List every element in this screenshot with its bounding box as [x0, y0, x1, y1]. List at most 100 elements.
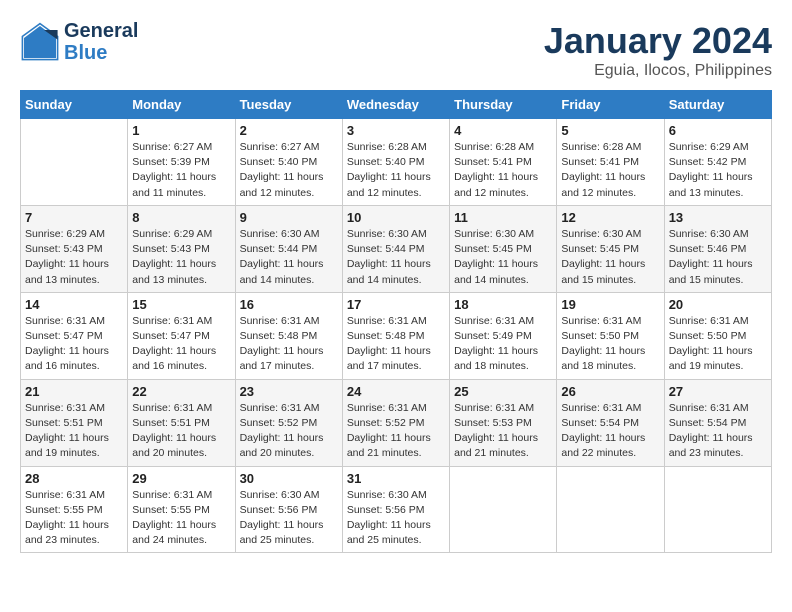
day-number: 3 [347, 123, 445, 138]
week-row-5: 28 Sunrise: 6:31 AM Sunset: 5:55 PM Dayli… [21, 466, 772, 553]
calendar-cell: 13 Sunrise: 6:30 AM Sunset: 5:46 PM Dayli… [664, 205, 771, 292]
day-number: 20 [669, 297, 767, 312]
day-number: 12 [561, 210, 659, 225]
day-info: Sunrise: 6:30 AM Sunset: 5:56 PM Dayligh… [347, 488, 445, 549]
day-number: 13 [669, 210, 767, 225]
day-info: Sunrise: 6:30 AM Sunset: 5:45 PM Dayligh… [561, 227, 659, 288]
day-number: 15 [132, 297, 230, 312]
day-info: Sunrise: 6:31 AM Sunset: 5:50 PM Dayligh… [669, 314, 767, 375]
calendar-cell: 9 Sunrise: 6:30 AM Sunset: 5:44 PM Daylig… [235, 205, 342, 292]
day-info: Sunrise: 6:29 AM Sunset: 5:43 PM Dayligh… [25, 227, 123, 288]
day-info: Sunrise: 6:30 AM Sunset: 5:46 PM Dayligh… [669, 227, 767, 288]
day-number: 21 [25, 384, 123, 399]
week-row-2: 7Sunrise: 6:29 AM Sunset: 5:43 PM Daylig… [21, 205, 772, 292]
day-number: 16 [240, 297, 338, 312]
calendar-cell: 11 Sunrise: 6:30 AM Sunset: 5:45 PM Dayli… [450, 205, 557, 292]
calendar-cell: 26 Sunrise: 6:31 AM Sunset: 5:54 PM Dayli… [557, 379, 664, 466]
day-number: 31 [347, 471, 445, 486]
calendar-cell: 5 Sunrise: 6:28 AM Sunset: 5:41 PM Daylig… [557, 119, 664, 206]
calendar-cell [664, 466, 771, 553]
calendar-cell: 30Sunrise: 6:30 AM Sunset: 5:56 PM Dayli… [235, 466, 342, 553]
header-tuesday: Tuesday [235, 91, 342, 119]
calendar-cell: 22 Sunrise: 6:31 AM Sunset: 5:51 PM Dayli… [128, 379, 235, 466]
day-info: Sunrise: 6:31 AM Sunset: 5:47 PM Dayligh… [132, 314, 230, 375]
calendar-cell: 10 Sunrise: 6:30 AM Sunset: 5:44 PM Dayli… [342, 205, 449, 292]
day-info: Sunrise: 6:30 AM Sunset: 5:44 PM Dayligh… [240, 227, 338, 288]
day-number: 29 [132, 471, 230, 486]
calendar-cell: 19 Sunrise: 6:31 AM Sunset: 5:50 PM Dayli… [557, 292, 664, 379]
calendar-cell: 15 Sunrise: 6:31 AM Sunset: 5:47 PM Dayli… [128, 292, 235, 379]
calendar-cell: 20 Sunrise: 6:31 AM Sunset: 5:50 PM Dayli… [664, 292, 771, 379]
week-row-1: 1Sunrise: 6:27 AM Sunset: 5:39 PM Daylig… [21, 119, 772, 206]
header-sunday: Sunday [21, 91, 128, 119]
day-info: Sunrise: 6:31 AM Sunset: 5:55 PM Dayligh… [25, 488, 123, 549]
week-row-3: 14 Sunrise: 6:31 AM Sunset: 5:47 PM Dayli… [21, 292, 772, 379]
day-number: 11 [454, 210, 552, 225]
header-saturday: Saturday [664, 91, 771, 119]
calendar-table: SundayMondayTuesdayWednesdayThursdayFrid… [20, 90, 772, 553]
day-number: 14 [25, 297, 123, 312]
calendar-cell: 25 Sunrise: 6:31 AM Sunset: 5:53 PM Dayli… [450, 379, 557, 466]
day-number: 5 [561, 123, 659, 138]
day-number: 9 [240, 210, 338, 225]
calendar-cell: 7Sunrise: 6:29 AM Sunset: 5:43 PM Daylig… [21, 205, 128, 292]
day-number: 28 [25, 471, 123, 486]
day-info: Sunrise: 6:30 AM Sunset: 5:56 PM Dayligh… [240, 488, 338, 549]
logo-blue: Blue [64, 42, 138, 64]
page-header: General Blue January 2024 Eguia, Ilocos,… [20, 20, 772, 80]
day-info: Sunrise: 6:31 AM Sunset: 5:51 PM Dayligh… [132, 401, 230, 462]
day-number: 10 [347, 210, 445, 225]
day-number: 17 [347, 297, 445, 312]
day-info: Sunrise: 6:29 AM Sunset: 5:43 PM Dayligh… [132, 227, 230, 288]
calendar-cell: 18 Sunrise: 6:31 AM Sunset: 5:49 PM Dayli… [450, 292, 557, 379]
calendar-cell: 2Sunrise: 6:27 AM Sunset: 5:40 PM Daylig… [235, 119, 342, 206]
day-number: 2 [240, 123, 338, 138]
main-title: January 2024 [544, 20, 772, 62]
logo: General Blue [20, 20, 138, 64]
day-info: Sunrise: 6:31 AM Sunset: 5:48 PM Dayligh… [347, 314, 445, 375]
day-info: Sunrise: 6:31 AM Sunset: 5:54 PM Dayligh… [561, 401, 659, 462]
day-number: 4 [454, 123, 552, 138]
logo-icon [20, 22, 60, 62]
subtitle: Eguia, Ilocos, Philippines [544, 62, 772, 80]
calendar-cell: 29Sunrise: 6:31 AM Sunset: 5:55 PM Dayli… [128, 466, 235, 553]
header-wednesday: Wednesday [342, 91, 449, 119]
calendar-cell [557, 466, 664, 553]
day-number: 25 [454, 384, 552, 399]
day-number: 26 [561, 384, 659, 399]
day-info: Sunrise: 6:31 AM Sunset: 5:51 PM Dayligh… [25, 401, 123, 462]
day-number: 18 [454, 297, 552, 312]
day-info: Sunrise: 6:29 AM Sunset: 5:42 PM Dayligh… [669, 140, 767, 201]
day-info: Sunrise: 6:31 AM Sunset: 5:53 PM Dayligh… [454, 401, 552, 462]
day-info: Sunrise: 6:30 AM Sunset: 5:45 PM Dayligh… [454, 227, 552, 288]
header-thursday: Thursday [450, 91, 557, 119]
header-monday: Monday [128, 91, 235, 119]
day-number: 23 [240, 384, 338, 399]
calendar-cell [21, 119, 128, 206]
day-info: Sunrise: 6:28 AM Sunset: 5:41 PM Dayligh… [561, 140, 659, 201]
logo-general: General [64, 20, 138, 42]
day-number: 19 [561, 297, 659, 312]
day-info: Sunrise: 6:28 AM Sunset: 5:40 PM Dayligh… [347, 140, 445, 201]
day-info: Sunrise: 6:28 AM Sunset: 5:41 PM Dayligh… [454, 140, 552, 201]
day-info: Sunrise: 6:30 AM Sunset: 5:44 PM Dayligh… [347, 227, 445, 288]
day-info: Sunrise: 6:31 AM Sunset: 5:47 PM Dayligh… [25, 314, 123, 375]
calendar-cell: 6Sunrise: 6:29 AM Sunset: 5:42 PM Daylig… [664, 119, 771, 206]
day-info: Sunrise: 6:31 AM Sunset: 5:50 PM Dayligh… [561, 314, 659, 375]
calendar-cell: 4 Sunrise: 6:28 AM Sunset: 5:41 PM Daylig… [450, 119, 557, 206]
day-info: Sunrise: 6:31 AM Sunset: 5:52 PM Dayligh… [240, 401, 338, 462]
calendar-cell: 27Sunrise: 6:31 AM Sunset: 5:54 PM Dayli… [664, 379, 771, 466]
day-info: Sunrise: 6:31 AM Sunset: 5:52 PM Dayligh… [347, 401, 445, 462]
day-number: 22 [132, 384, 230, 399]
calendar-cell: 17 Sunrise: 6:31 AM Sunset: 5:48 PM Dayli… [342, 292, 449, 379]
day-number: 1 [132, 123, 230, 138]
calendar-cell [450, 466, 557, 553]
day-number: 8 [132, 210, 230, 225]
header-row: SundayMondayTuesdayWednesdayThursdayFrid… [21, 91, 772, 119]
calendar-cell: 3 Sunrise: 6:28 AM Sunset: 5:40 PM Daylig… [342, 119, 449, 206]
calendar-cell: 16Sunrise: 6:31 AM Sunset: 5:48 PM Dayli… [235, 292, 342, 379]
day-number: 24 [347, 384, 445, 399]
header-friday: Friday [557, 91, 664, 119]
day-number: 27 [669, 384, 767, 399]
day-info: Sunrise: 6:31 AM Sunset: 5:49 PM Dayligh… [454, 314, 552, 375]
